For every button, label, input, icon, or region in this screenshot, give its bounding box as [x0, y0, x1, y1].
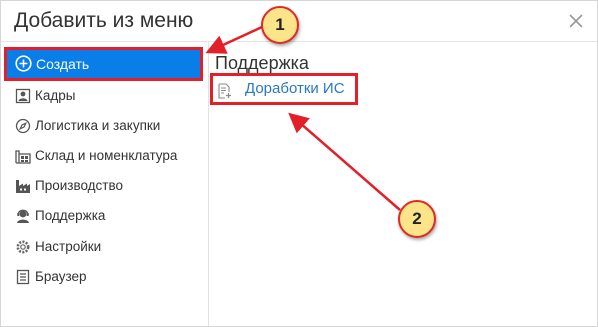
create-button-label: Создать: [36, 56, 90, 72]
dialog-title: Добавить из меню: [14, 9, 194, 32]
sidebar-item-label: Браузер: [35, 269, 87, 284]
gear-icon: [16, 240, 30, 254]
warehouse-icon: [15, 150, 31, 164]
compass-icon: [15, 118, 31, 134]
close-icon: [569, 14, 583, 28]
browser-icon: [16, 269, 30, 285]
add-from-menu-dialog: Добавить из меню Создать Кадры Логистика…: [0, 0, 598, 327]
dialog-header: Добавить из меню: [1, 1, 597, 42]
section-title: Поддержка: [215, 53, 309, 73]
factory-icon: [16, 180, 30, 193]
menu-link-label: Доработки ИС: [245, 80, 345, 97]
sidebar-item-warehouse[interactable]: Склад и номенклатура: [9, 144, 204, 168]
annotation-badge-2: 2: [398, 200, 436, 238]
personnel-icon: [15, 88, 31, 104]
sidebar-item-personnel[interactable]: Кадры: [9, 84, 204, 108]
support-agent-icon: [17, 209, 29, 223]
sidebar-item-label: Склад и номенклатура: [35, 148, 178, 163]
content-panel: Поддержка Доработки ИС: [209, 42, 597, 326]
sidebar-item-label: Настройки: [35, 239, 102, 254]
sidebar-item-settings[interactable]: Настройки: [9, 235, 204, 259]
sidebar-item-browser[interactable]: Браузер: [9, 265, 204, 289]
close-button[interactable]: [564, 9, 588, 33]
menu-link-is-improvements[interactable]: Доработки ИС: [210, 73, 358, 105]
sidebar-item-label: Поддержка: [35, 208, 106, 223]
sidebar-item-label: Логистика и закупки: [35, 118, 161, 133]
sidebar-item-logistics[interactable]: Логистика и закупки: [9, 114, 204, 138]
sidebar-item-support[interactable]: Поддержка: [9, 204, 204, 228]
sidebar-item-production[interactable]: Производство: [9, 174, 204, 198]
sidebar: Создать Кадры Логистика и закупки Склад …: [1, 42, 209, 326]
plus-circle-icon: [15, 55, 32, 72]
create-button[interactable]: Создать: [4, 47, 203, 81]
annotation-badge-1: 1: [261, 6, 299, 44]
add-document-icon: [218, 83, 231, 99]
sidebar-item-label: Производство: [35, 178, 124, 193]
sidebar-item-label: Кадры: [35, 88, 76, 103]
